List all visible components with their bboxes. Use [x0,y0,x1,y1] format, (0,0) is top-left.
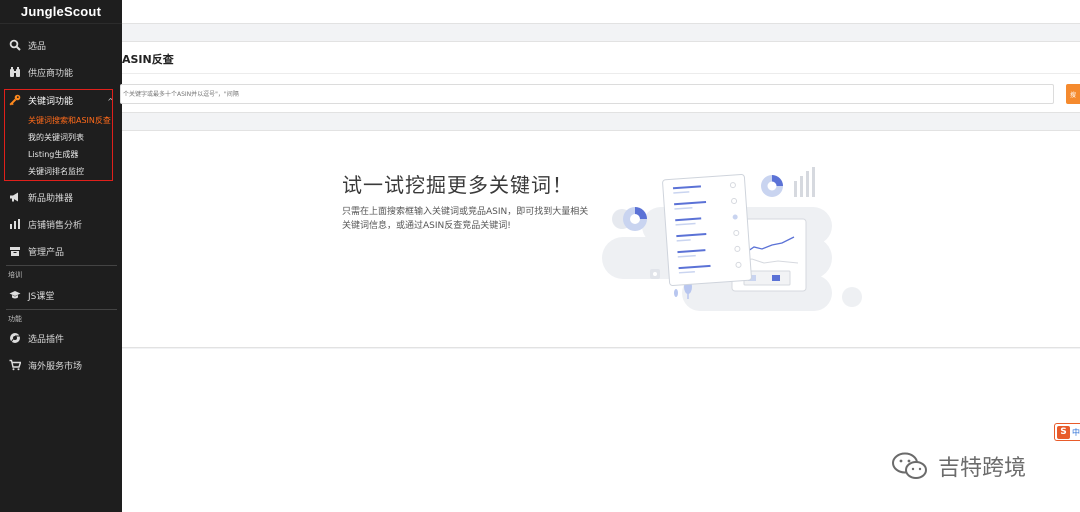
brand-logo[interactable]: JungleScout [0,0,122,24]
sogou-ime-badge[interactable]: S 中 [1054,423,1080,441]
wechat-icon [892,452,927,479]
empty-state-description: 只需在上面搜索框输入关键词或竞品ASIN，即可找到大量相关关键词信息，或通过AS… [342,207,589,231]
watermark-text: 吉特跨境 [938,456,1027,481]
sidebar-item-supplier[interactable]: 供应商功能 [0,61,122,83]
sidebar-item-js-academy[interactable]: JS课堂 [0,284,122,306]
search-input[interactable] [120,84,1054,104]
empty-state-title: 试一试挖掘更多关键词！ [342,173,573,197]
page-footer-area [122,349,1080,512]
sidebar-item-extension[interactable]: 选品插件 [0,327,122,349]
megaphone-icon [8,190,22,204]
search-button[interactable]: 搜 [1066,84,1080,104]
top-bar [122,0,1080,24]
sidebar-item-label: 管理产品 [28,247,65,258]
sidebar-divider [6,309,117,310]
sidebar-item-label: 选品 [28,41,47,52]
box-icon [8,244,22,258]
sidebar-item-product-selection[interactable]: 选品 [0,34,122,56]
keyword-menu-highlight [4,89,113,181]
graduation-cap-icon [8,288,22,302]
section-label-training: 培训 [8,271,22,279]
sidebar-item-label: JS课堂 [28,291,55,302]
ime-mode-label: 中 [1072,427,1080,437]
watermark: 吉特跨境 [890,450,1026,482]
sidebar-item-label: 新品助推器 [28,193,74,204]
chrome-icon [8,331,22,345]
keyword-illustration [602,167,862,311]
sidebar-item-label: 选品插件 [28,334,65,345]
sidebar-item-manage-products[interactable]: 管理产品 [0,240,122,262]
panel-divider [122,73,1080,74]
sidebar-item-launch[interactable]: 新品助推器 [0,186,122,208]
app-root: JungleScout 选品 供应商功能 关键词功能 ^ 关键词搜索和ASIN反… [0,0,1080,512]
cart-icon [8,358,22,372]
bar-chart-icon [8,217,22,231]
sidebar-item-label: 供应商功能 [28,68,74,79]
search-panel: ASIN反查 搜 [120,41,1080,113]
sidebar: JungleScout 选品 供应商功能 关键词功能 ^ 关键词搜索和ASIN反… [0,0,122,512]
sidebar-divider [6,265,117,266]
sidebar-item-sales-analytics[interactable]: 店铺销售分析 [0,213,122,235]
binoculars-icon [8,65,22,79]
search-icon [8,38,22,52]
sidebar-item-service-market[interactable]: 海外服务市场 [0,354,122,376]
sidebar-item-label: 海外服务市场 [28,361,83,372]
page-title: ASIN反查 [122,53,174,66]
sidebar-item-label: 店铺销售分析 [28,220,83,231]
sogou-logo-icon: S [1057,425,1070,439]
section-label-features: 功能 [8,315,22,323]
empty-state-panel: 试一试挖掘更多关键词！ 只需在上面搜索框输入关键词或竞品ASIN，即可找到大量相… [122,130,1080,348]
